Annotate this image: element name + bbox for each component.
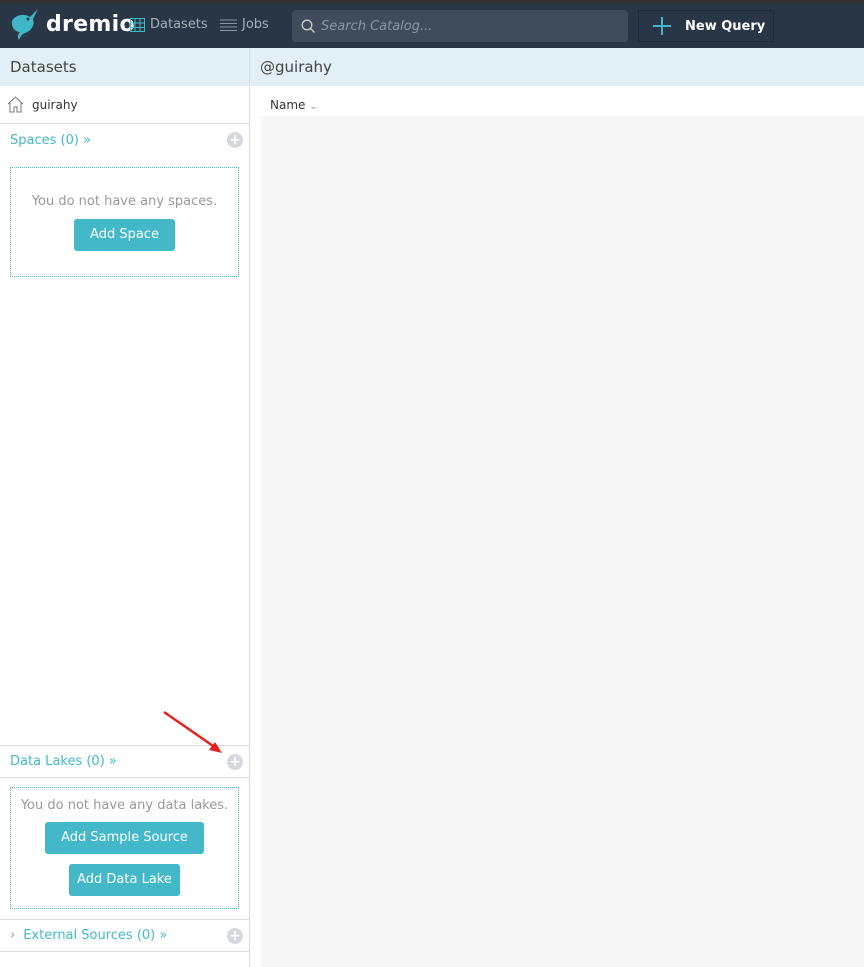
red-arrow-annotation: [163, 710, 222, 753]
